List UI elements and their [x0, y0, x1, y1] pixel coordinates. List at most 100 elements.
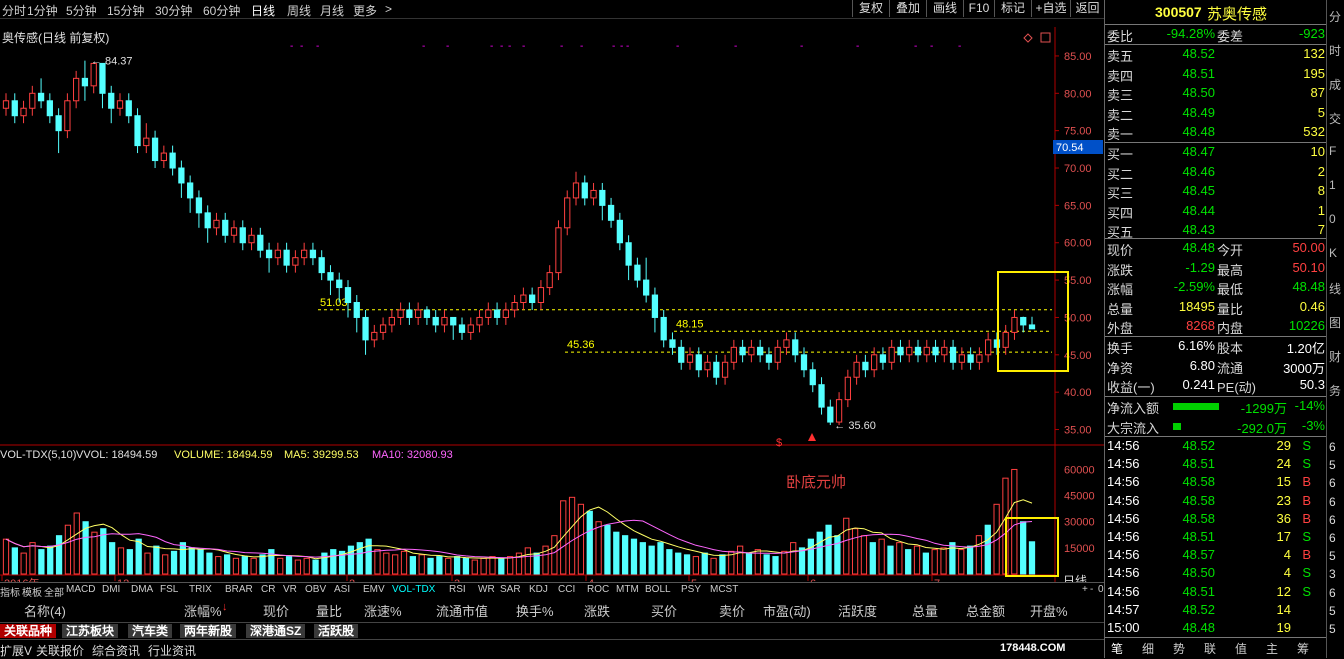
tab-auto[interactable]: 汽车类 [128, 624, 173, 638]
indicator-tab[interactable]: MCST [710, 584, 738, 595]
indicator-tab[interactable]: BOLL [645, 584, 671, 595]
period-60min[interactable]: 60分钟 [203, 2, 240, 19]
indicator-tab[interactable]: WR [478, 584, 495, 595]
col-bid[interactable]: 买价 [651, 601, 677, 620]
ask-volume: 132 [1303, 46, 1325, 61]
indicator-tab[interactable]: 模板 [22, 584, 42, 599]
side-nav-item[interactable]: 成 [1329, 76, 1341, 93]
indicator-tab[interactable]: CR [261, 584, 275, 595]
panel-footer-tab[interactable]: 联 [1204, 640, 1216, 657]
col-price[interactable]: 现价 [263, 601, 289, 620]
vol-vvol: VVOL: 18494.59 [76, 449, 157, 461]
panel-footer-tab[interactable]: 值 [1235, 640, 1247, 657]
col-speed[interactable]: 涨速% [364, 601, 402, 620]
side-nav-item[interactable]: F [1329, 144, 1336, 158]
period-15min[interactable]: 15分钟 [107, 2, 144, 19]
tab-shenzhen-hk[interactable]: 深港通SZ [246, 624, 306, 638]
indicator-tab[interactable]: 全部 [44, 584, 64, 599]
volume-bar [586, 510, 593, 575]
indicator-tab[interactable]: MTM [616, 584, 639, 595]
indicator-tab[interactable]: EMV [363, 584, 385, 595]
tab-news[interactable]: 综合资讯 [92, 642, 140, 659]
tab-related[interactable]: 关联品种 [0, 624, 57, 638]
period-weekly[interactable]: 周线 [287, 2, 311, 19]
col-total-vol[interactable]: 总量 [912, 601, 938, 620]
kline-chart[interactable]: 51.03 48.15 45.36 85.00 80.00 75.00 70.00 65.0… [0, 18, 1104, 600]
indicator-tab[interactable]: ROC [587, 584, 609, 595]
period-30min[interactable]: 30分钟 [155, 2, 192, 19]
period-5min[interactable]: 5分钟 [66, 2, 97, 19]
side-nav-item[interactable]: 1 [1329, 178, 1336, 192]
tab-industry-news[interactable]: 行业资讯 [148, 642, 196, 659]
f10-button[interactable]: F10 [963, 0, 994, 17]
tab-active[interactable]: 活跃股 [314, 624, 359, 638]
volume-bar [489, 556, 496, 575]
tab-extend[interactable]: 扩展V [0, 642, 32, 659]
fund-flow-row: 大宗流入 -292.0万 -3% [1105, 417, 1327, 436]
indicator-tab[interactable]: RSI [449, 584, 466, 595]
overlay-button[interactable]: 叠加 [889, 0, 926, 17]
panel-footer-tab[interactable]: 筹 [1297, 640, 1309, 657]
chevron-right-icon[interactable]: > [385, 2, 392, 16]
period-daily[interactable]: 日线 [251, 2, 275, 19]
candle-body [99, 62, 106, 94]
col-pe[interactable]: 市盈(动) [763, 601, 811, 620]
add-favorite-button[interactable]: +自选 [1031, 0, 1070, 17]
indicator-tab[interactable]: KDJ [529, 584, 548, 595]
side-nav-item[interactable]: K [1329, 246, 1337, 260]
col-open-pct[interactable]: 开盘% [1030, 601, 1068, 620]
side-nav-item[interactable]: 务 [1329, 382, 1341, 399]
indicator-tab[interactable]: CCI [558, 584, 575, 595]
period-more[interactable]: 更多 [353, 2, 377, 19]
side-nav-item[interactable]: 图 [1329, 314, 1341, 331]
col-total-amount[interactable]: 总金额 [966, 601, 1005, 620]
indicator-tab[interactable]: SAR [500, 584, 521, 595]
indicator-tab[interactable]: ASI [334, 584, 350, 595]
indicator-tab[interactable]: DMI [102, 584, 120, 595]
col-name[interactable]: 名称(4) [24, 601, 66, 620]
indicator-tab[interactable]: DMA [131, 584, 153, 595]
indicator-control[interactable]: 0 [1098, 584, 1104, 595]
volume-bar [1011, 468, 1018, 575]
side-nav-item[interactable]: 时 [1329, 42, 1341, 59]
panel-footer-tab[interactable]: 笔 [1111, 640, 1123, 657]
indicator-tab[interactable]: VR [283, 584, 297, 595]
col-change-pct[interactable]: 涨幅% [184, 601, 222, 620]
col-volume-ratio[interactable]: 量比 [316, 601, 342, 620]
indicator-control[interactable]: + [1082, 584, 1088, 595]
indicator-tab[interactable]: BRAR [225, 584, 253, 595]
side-nav-item[interactable]: 分 [1329, 8, 1341, 25]
side-nav-item[interactable]: 财 [1329, 348, 1341, 365]
tab-related-quote[interactable]: 关联报价 [36, 642, 84, 659]
indicator-tab[interactable]: OBV [305, 584, 326, 595]
col-change[interactable]: 涨跌 [584, 601, 610, 620]
col-activity[interactable]: 活跃度 [838, 601, 877, 620]
period-1min[interactable]: 1分钟 [27, 2, 58, 19]
indicator-tab[interactable]: 指标 [0, 584, 20, 599]
tab-new-stock[interactable]: 两年新股 [180, 624, 237, 638]
period-monthly[interactable]: 月线 [320, 2, 344, 19]
panel-footer-tab[interactable]: 细 [1142, 640, 1154, 657]
indicator-control[interactable]: - [1090, 584, 1093, 595]
draw-line-button[interactable]: 画线 [926, 0, 963, 17]
panel-footer-tab[interactable]: 势 [1173, 640, 1185, 657]
indicator-tab[interactable]: PSY [681, 584, 701, 595]
panel-footer-tab[interactable]: 主 [1266, 640, 1278, 657]
col-ask[interactable]: 卖价 [719, 601, 745, 620]
period-fenshi[interactable]: 分时 [2, 2, 26, 19]
fuquan-button[interactable]: 复权 [852, 0, 889, 17]
indicator-tab[interactable]: VOL-TDX [392, 584, 435, 595]
indicator-tab[interactable]: TRIX [189, 584, 212, 595]
side-nav-item[interactable]: 交 [1329, 110, 1341, 127]
mark-button[interactable]: 标记 [994, 0, 1031, 17]
tab-jiangsu[interactable]: 江苏板块 [62, 624, 119, 638]
side-nav-item[interactable]: 线 [1329, 280, 1341, 297]
back-button[interactable]: 返回 [1070, 0, 1104, 17]
bid-level-row: 买四 48.44 1 [1105, 202, 1327, 221]
fund-flow-bar [1173, 422, 1181, 430]
side-nav-item[interactable]: 0 [1329, 212, 1336, 226]
col-float-cap[interactable]: 流通市值 [436, 601, 488, 620]
col-turnover[interactable]: 换手% [516, 601, 554, 620]
indicator-tab[interactable]: MACD [66, 584, 95, 595]
indicator-tab[interactable]: FSL [160, 584, 178, 595]
